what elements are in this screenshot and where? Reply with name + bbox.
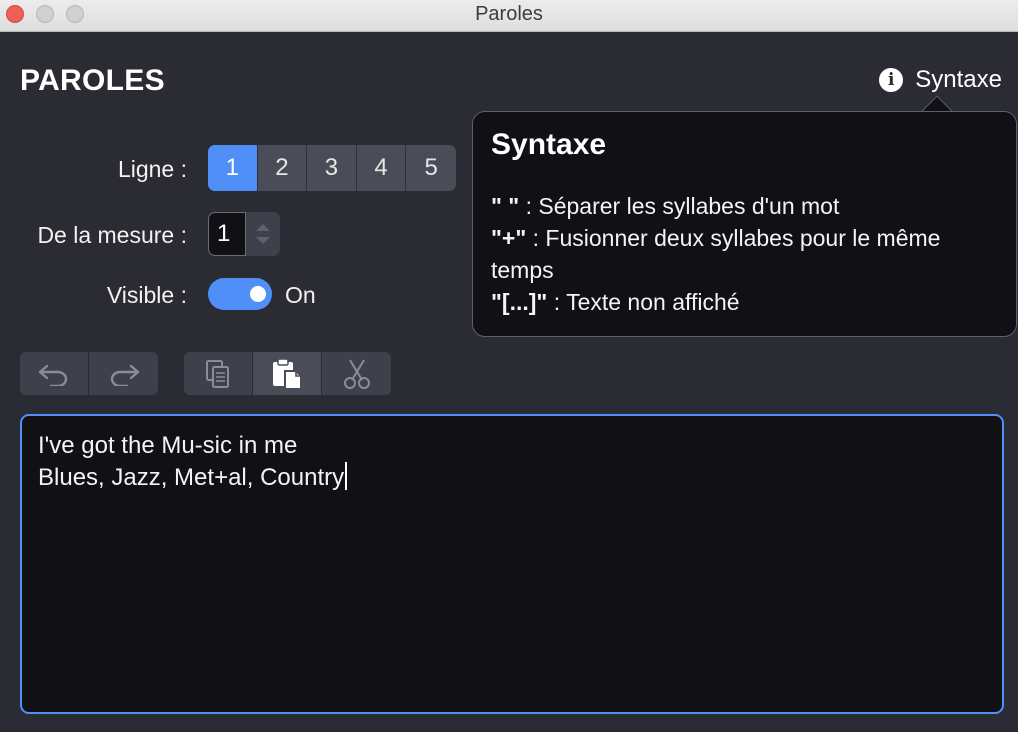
line-option-3[interactable]: 3	[307, 145, 357, 191]
mesure-label: De la mesure :	[37, 222, 187, 248]
info-icon: i	[879, 68, 904, 92]
stepper-down-icon[interactable]	[256, 237, 270, 244]
syntax-rule-key: "[...]"	[491, 289, 548, 315]
paste-icon	[273, 357, 302, 390]
popover-title: Syntaxe	[491, 128, 607, 161]
cut-button[interactable]	[322, 352, 391, 395]
text-caret	[345, 462, 348, 490]
toggle-knob	[250, 286, 266, 302]
cut-icon	[343, 358, 370, 389]
history-toolbar	[20, 352, 158, 395]
stepper-arrows	[246, 212, 280, 256]
visible-toggle[interactable]	[208, 278, 272, 310]
syntax-rule-brackets: "[...]" : Texte non affiché	[491, 286, 998, 318]
measure-input[interactable]: 1	[208, 212, 246, 256]
copy-button[interactable]	[184, 352, 253, 395]
lyrics-line-1: I've got the Mu-sic in me	[38, 432, 298, 459]
panel-title: PAROLES	[20, 64, 165, 97]
syntax-rule-desc: : Fusionner deux syllabes pour le même t…	[491, 225, 941, 283]
measure-stepper: 1	[208, 212, 280, 256]
line-option-5[interactable]: 5	[406, 145, 456, 191]
line-option-2[interactable]: 2	[258, 145, 308, 191]
syntax-rule-desc: : Texte non affiché	[547, 289, 740, 315]
redo-icon	[110, 364, 139, 386]
syntax-link-label: Syntaxe	[915, 66, 1002, 93]
paste-button[interactable]	[253, 352, 322, 395]
syntax-help-button[interactable]: i Syntaxe	[879, 66, 1002, 94]
visible-state-label: On	[285, 282, 316, 308]
copy-icon	[206, 359, 229, 388]
line-option-1[interactable]: 1	[208, 145, 258, 191]
clipboard-toolbar	[184, 352, 391, 395]
lyrics-line-2: Blues, Jazz, Met+al, Country	[38, 462, 986, 494]
lyrics-line-2-text: Blues, Jazz, Met+al, Country	[38, 464, 345, 491]
syntax-rule-key: "+"	[491, 225, 527, 251]
redo-button[interactable]	[89, 352, 158, 395]
undo-icon	[38, 364, 68, 386]
window-title: Paroles	[475, 3, 543, 25]
syntax-rule-key: " "	[491, 193, 520, 219]
syntax-popover: Syntaxe " " : Séparer les syllabes d'un …	[472, 111, 1017, 337]
line-selector: 1 2 3 4 5	[208, 145, 456, 191]
lyrics-editor[interactable]: I've got the Mu-sic in me Blues, Jazz, M…	[20, 414, 1004, 714]
syntax-rule-plus: "+" : Fusionner deux syllabes pour le mê…	[491, 222, 998, 286]
visible-label: Visible :	[106, 282, 187, 308]
window-titlebar: Paroles	[0, 0, 1018, 32]
undo-button[interactable]	[20, 352, 89, 395]
ligne-label: Ligne :	[117, 156, 187, 182]
line-option-4[interactable]: 4	[357, 145, 407, 191]
syntax-rule-space: " " : Séparer les syllabes d'un mot	[491, 190, 998, 222]
stepper-up-icon[interactable]	[256, 224, 270, 231]
syntax-rule-desc: : Séparer les syllabes d'un mot	[519, 193, 840, 219]
